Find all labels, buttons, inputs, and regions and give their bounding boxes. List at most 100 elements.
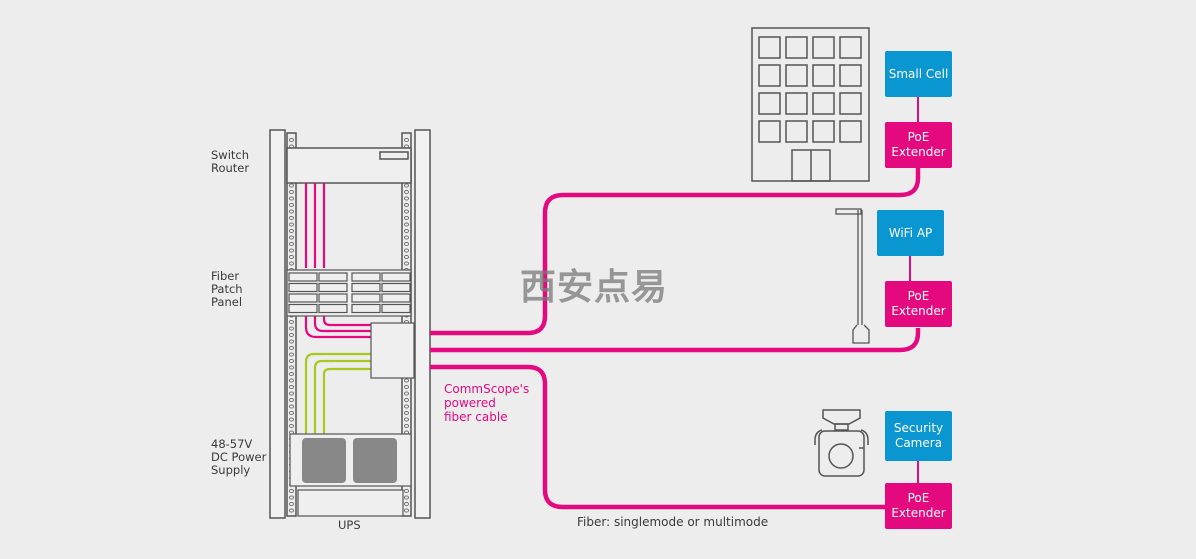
patch-port — [288, 293, 318, 303]
rack-hole — [289, 248, 294, 253]
rack-hole — [289, 202, 294, 208]
building-window — [839, 120, 862, 143]
rack-hole — [289, 326, 294, 331]
patch-port — [351, 303, 381, 314]
label-line: PoE — [907, 130, 930, 144]
patch-port — [381, 293, 411, 303]
rack-hole — [289, 319, 294, 325]
poe-extender-small-cell: PoE Extender — [885, 122, 952, 168]
rack-hole — [404, 215, 409, 221]
rack-hole — [289, 365, 294, 370]
building-window — [839, 92, 862, 115]
label-line: powered — [444, 396, 496, 410]
rack-hole — [404, 378, 409, 383]
poe-extender-wifi-ap: PoE Extender — [885, 281, 952, 327]
rack-hole — [289, 488, 294, 494]
rack-hole — [289, 189, 294, 195]
rack-hole — [289, 417, 294, 422]
rack-hole — [404, 410, 409, 416]
rack-hole — [289, 404, 294, 409]
rack-hole — [289, 241, 294, 247]
building-icon — [751, 27, 870, 182]
patch-port — [351, 282, 381, 293]
rack-hole — [404, 417, 409, 422]
poe-extender-camera: PoE Extender — [885, 483, 952, 529]
rack-hole — [289, 261, 294, 266]
building-window — [812, 64, 835, 87]
rack-hole — [289, 410, 294, 416]
rack-power-cables — [304, 352, 372, 434]
rack-hole — [404, 202, 409, 208]
building-window — [758, 120, 781, 143]
cable-to-small-cell — [430, 168, 921, 336]
powered-fiber-cable-label: CommScope's powered fiber cable — [444, 382, 529, 424]
label-line: PoE — [907, 289, 930, 303]
rack-hole — [289, 209, 294, 214]
building-window — [758, 92, 781, 115]
label-line: Panel — [211, 295, 243, 309]
label-line: Extender — [891, 145, 946, 159]
rack-hole — [404, 235, 409, 240]
patch-port — [318, 272, 348, 282]
rack-hole — [289, 378, 294, 383]
pole-antenna-icon — [835, 208, 870, 344]
rack-hole — [289, 423, 294, 429]
small-cell-device: Small Cell — [885, 51, 952, 97]
switch-router-unit — [286, 147, 412, 184]
rack-hole — [404, 241, 409, 247]
building-window — [812, 120, 835, 143]
rack-hole — [289, 358, 294, 364]
rack-hole — [404, 228, 409, 234]
rack-hole — [404, 508, 409, 513]
powered-fiber-cables — [430, 168, 921, 510]
patch-port — [288, 303, 318, 314]
label-line: Camera — [894, 436, 943, 450]
switch-router-label: Switch Router — [211, 149, 249, 175]
rack-hole — [289, 228, 294, 234]
label-line: Extender — [891, 304, 946, 318]
rack-hole — [404, 423, 409, 429]
patch-port — [318, 293, 348, 303]
ups-unit — [297, 489, 404, 517]
patch-port — [381, 272, 411, 282]
rack-hole — [404, 495, 409, 500]
patch-port — [351, 293, 381, 303]
rack-hole — [404, 404, 409, 409]
fiber-patch-panel-label: Fiber Patch Panel — [211, 270, 243, 309]
rack-hole — [404, 384, 409, 390]
patch-port — [381, 282, 411, 293]
label-line: CommScope's — [444, 382, 530, 396]
rack-hole — [289, 391, 294, 396]
rack-hole — [289, 371, 294, 377]
rack-hole — [404, 137, 409, 143]
junction-box — [370, 322, 415, 379]
rack-hole — [289, 137, 294, 143]
building-window — [758, 36, 781, 59]
watermark: 西安点易 — [520, 267, 669, 308]
power-supply-label: 48-57V DC Power Supply — [211, 438, 266, 477]
rack-hole — [289, 254, 294, 260]
label-line: fiber cable — [444, 410, 508, 424]
building-window — [839, 64, 862, 87]
security-camera-icon — [814, 409, 869, 477]
security-camera-device: Security Camera — [885, 411, 952, 461]
rack-hole — [289, 384, 294, 390]
building-window — [812, 92, 835, 115]
label-line: PoE — [907, 491, 930, 505]
rack-hole — [289, 222, 294, 227]
building-window — [839, 36, 862, 59]
label-line: Supply — [211, 463, 251, 477]
rack-hole — [289, 508, 294, 513]
rack-hole — [289, 501, 294, 507]
label-line: Router — [211, 161, 250, 175]
rack-hole — [404, 222, 409, 227]
patch-port — [351, 272, 381, 282]
rack-hole — [404, 391, 409, 396]
building-window — [785, 64, 808, 87]
building-window — [785, 36, 808, 59]
building-window — [812, 36, 835, 59]
rack-hole — [404, 397, 409, 403]
rack-hole — [289, 339, 294, 344]
rack-hole — [404, 254, 409, 260]
rack-hole — [404, 196, 409, 201]
